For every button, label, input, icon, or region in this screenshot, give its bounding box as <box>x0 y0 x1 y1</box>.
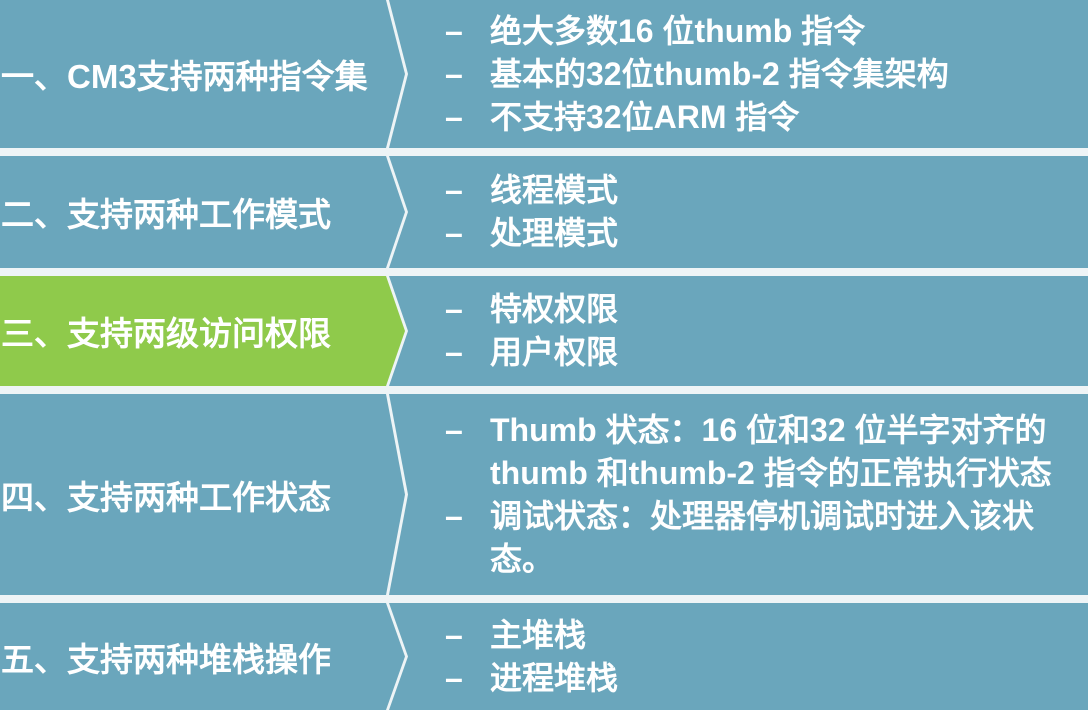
bullet-dash: – <box>445 497 463 534</box>
feature-label-panel: 三、支持两级访问权限 <box>0 276 405 386</box>
bullet-item: – 线程模式 <box>445 169 1065 212</box>
bullet-text: 进程堆栈 <box>490 659 619 696</box>
bullet-text: Thumb 状态：16 位和32 位半字对齐的thumb 和thumb-2 指令… <box>490 411 1052 491</box>
bullet-text: 特权权限 <box>490 291 619 327</box>
bullet-item: – 绝大多数16 位thumb 指令 <box>445 10 1065 53</box>
bullet-item: – 基本的32位thumb-2 指令集架构 <box>445 53 1065 96</box>
bullet-dash: – <box>445 215 463 251</box>
bullet-dash: – <box>445 659 463 696</box>
bullet-item: – 进程堆栈 <box>445 657 1065 700</box>
bullet-list: – 特权权限 – 用户权限 <box>445 276 1065 386</box>
bullet-text: 不支持32位ARM 指令 <box>490 98 800 135</box>
feature-row: 五、支持两种堆栈操作 – 主堆栈 – 进程堆栈 <box>0 603 1088 710</box>
bullet-text: 主堆栈 <box>490 616 587 653</box>
bullet-dash: – <box>445 55 463 92</box>
bullet-item: – 调试状态：处理器停机调试时进入该状态。 <box>445 495 1065 581</box>
bullet-dash: – <box>445 411 463 448</box>
bullet-item: – 不支持32位ARM 指令 <box>445 96 1065 139</box>
bullet-list: – 绝大多数16 位thumb 指令 – 基本的32位thumb-2 指令集架构… <box>445 0 1065 148</box>
feature-label-panel: 五、支持两种堆栈操作 <box>0 603 405 710</box>
bullet-dash: – <box>445 291 463 327</box>
bullet-dash: – <box>445 172 463 208</box>
bullet-text: 绝大多数16 位thumb 指令 <box>490 12 866 49</box>
bullet-text: 处理模式 <box>490 215 619 251</box>
bullet-dash: – <box>445 12 463 49</box>
bullet-text: 基本的32位thumb-2 指令集架构 <box>490 55 949 92</box>
bullet-text: 线程模式 <box>490 172 619 208</box>
feature-label-panel: 一、CM3支持两种指令集 <box>0 0 405 148</box>
bullet-item: – 用户权限 <box>445 331 1065 374</box>
feature-label: 五、支持两种堆栈操作 <box>1 640 331 678</box>
bullet-dash: – <box>445 616 463 653</box>
bullet-dash: – <box>445 98 463 135</box>
bullet-item: – 主堆栈 <box>445 614 1065 657</box>
bullet-list: – Thumb 状态：16 位和32 位半字对齐的thumb 和thumb-2 … <box>445 394 1065 595</box>
feature-row: 一、CM3支持两种指令集 – 绝大多数16 位thumb 指令 – 基本的32位… <box>0 0 1088 148</box>
bullet-text: 调试状态：处理器停机调试时进入该状态。 <box>490 497 1035 577</box>
feature-label: 四、支持两种工作状态 <box>1 478 331 516</box>
feature-row: 三、支持两级访问权限 – 特权权限 – 用户权限 <box>0 276 1088 386</box>
bullet-item: – 特权权限 <box>445 288 1065 331</box>
bullet-item: – Thumb 状态：16 位和32 位半字对齐的thumb 和thumb-2 … <box>445 409 1065 495</box>
feature-label: 三、支持两级访问权限 <box>1 315 331 352</box>
bullet-list: – 主堆栈 – 进程堆栈 <box>445 603 1065 710</box>
feature-row: 四、支持两种工作状态 – Thumb 状态：16 位和32 位半字对齐的thum… <box>0 394 1088 595</box>
bullet-item: – 处理模式 <box>445 212 1065 255</box>
chevron-list-slide: 一、CM3支持两种指令集 – 绝大多数16 位thumb 指令 – 基本的32位… <box>0 0 1088 710</box>
feature-row: 二、支持两种工作模式 – 线程模式 – 处理模式 <box>0 156 1088 268</box>
feature-label-panel: 二、支持两种工作模式 <box>0 156 405 268</box>
bullet-text: 用户权限 <box>490 334 619 370</box>
bullet-dash: – <box>445 334 463 370</box>
feature-label: 二、支持两种工作模式 <box>1 196 331 233</box>
bullet-list: – 线程模式 – 处理模式 <box>445 156 1065 268</box>
feature-label-panel: 四、支持两种工作状态 <box>0 394 405 595</box>
feature-label: 一、CM3支持两种指令集 <box>1 58 368 95</box>
